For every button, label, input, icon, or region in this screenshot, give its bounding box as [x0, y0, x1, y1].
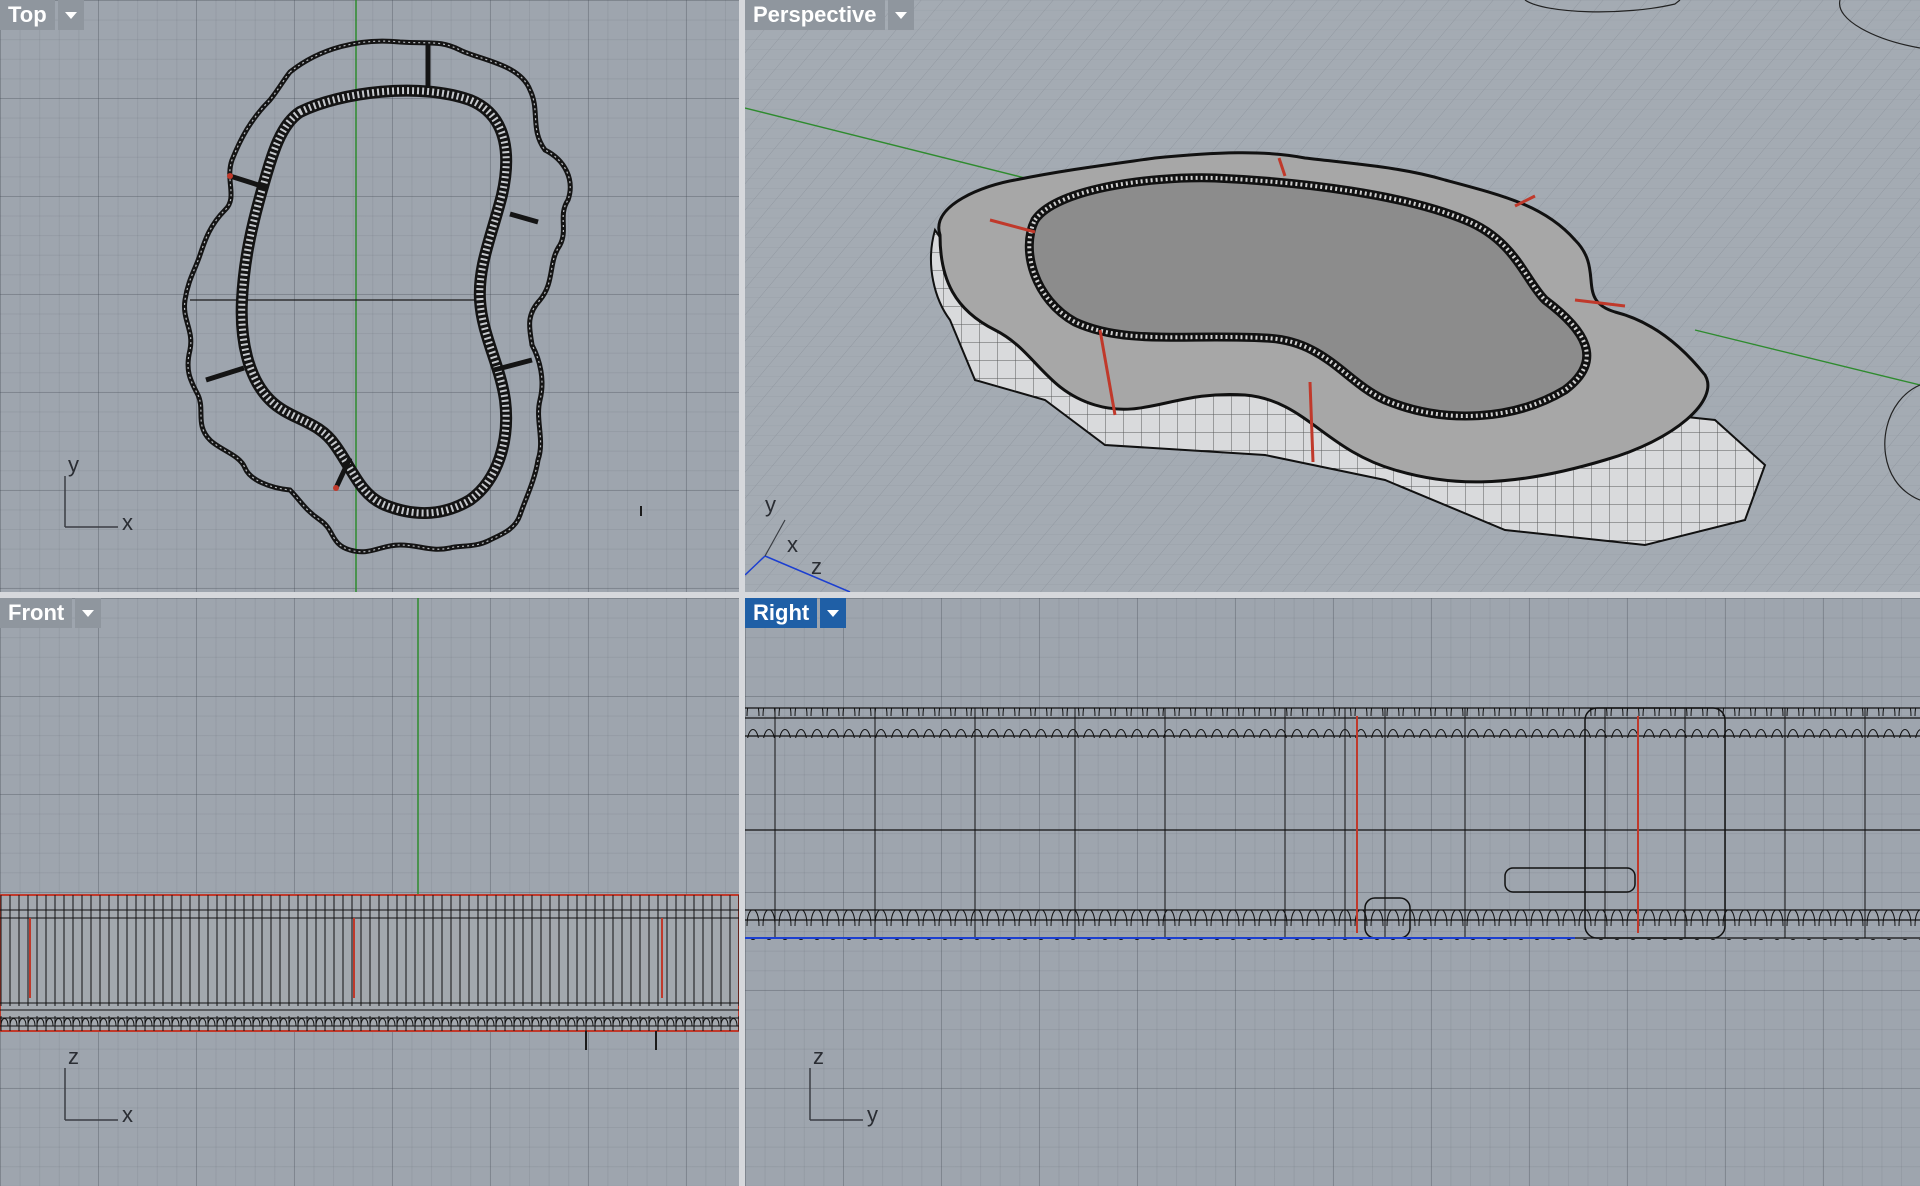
seam-point — [227, 173, 233, 179]
right-viewport[interactable]: Right z y — [745, 598, 1920, 1186]
front-viewport[interactable]: Front z x — [0, 598, 739, 1186]
rib-section — [1584, 707, 1726, 939]
chevron-down-icon[interactable] — [887, 0, 914, 30]
axis-label-x: x — [122, 510, 133, 535]
top-viewport-tab[interactable]: Top — [0, 0, 84, 30]
seam-lines — [1356, 716, 1639, 933]
axis-label-y: y — [765, 492, 776, 517]
right-viewport-tab[interactable]: Right — [745, 598, 847, 628]
profile-verticals — [0, 895, 739, 1031]
upper-rim-loops — [745, 708, 1920, 738]
axis-label-y: y — [68, 452, 79, 477]
axis-label-x: x — [122, 1102, 133, 1127]
chevron-down-icon[interactable] — [57, 0, 84, 30]
front-view-geometry: z x — [0, 598, 739, 1127]
axis-label-z: z — [68, 1044, 79, 1069]
front-viewport-title[interactable]: Front — [0, 598, 73, 628]
axis-gizmo — [64, 1068, 118, 1121]
four-viewport-layout: Top y x y x z Perspective Front z x Righ… — [0, 0, 1920, 1186]
perspective-viewport-title[interactable]: Perspective — [745, 0, 885, 30]
top-view-geometry: y x — [64, 0, 642, 592]
perspective-viewport[interactable]: y x z Perspective — [745, 0, 1920, 592]
right-viewport-title[interactable]: Right — [745, 598, 818, 628]
top-viewport-title[interactable]: Top — [0, 0, 55, 30]
perspective-viewport-tab[interactable]: Perspective — [745, 0, 914, 30]
bench-profile — [1504, 867, 1636, 893]
profile-wireframe — [745, 707, 1920, 939]
seam-point — [333, 485, 339, 491]
vertical-sections — [774, 708, 1866, 938]
inner-path-band — [235, 84, 513, 519]
lower-rim-loops — [745, 910, 1920, 940]
chevron-down-icon[interactable] — [820, 598, 847, 628]
perspective-geometry: y x z — [745, 0, 1920, 592]
inner-path-mesh — [238, 87, 510, 517]
right-view-geometry: z y — [745, 707, 1920, 1127]
axis-label-z: z — [811, 554, 822, 579]
axis-gizmo — [809, 1068, 863, 1121]
axis-label-x: x — [787, 532, 798, 557]
top-viewport[interactable]: Top y x — [0, 0, 739, 592]
axis-label-y: y — [867, 1102, 878, 1127]
chevron-down-icon[interactable] — [75, 598, 102, 628]
axis-gizmo — [64, 476, 118, 528]
front-viewport-tab[interactable]: Front — [0, 598, 102, 628]
axis-label-z: z — [813, 1044, 824, 1069]
